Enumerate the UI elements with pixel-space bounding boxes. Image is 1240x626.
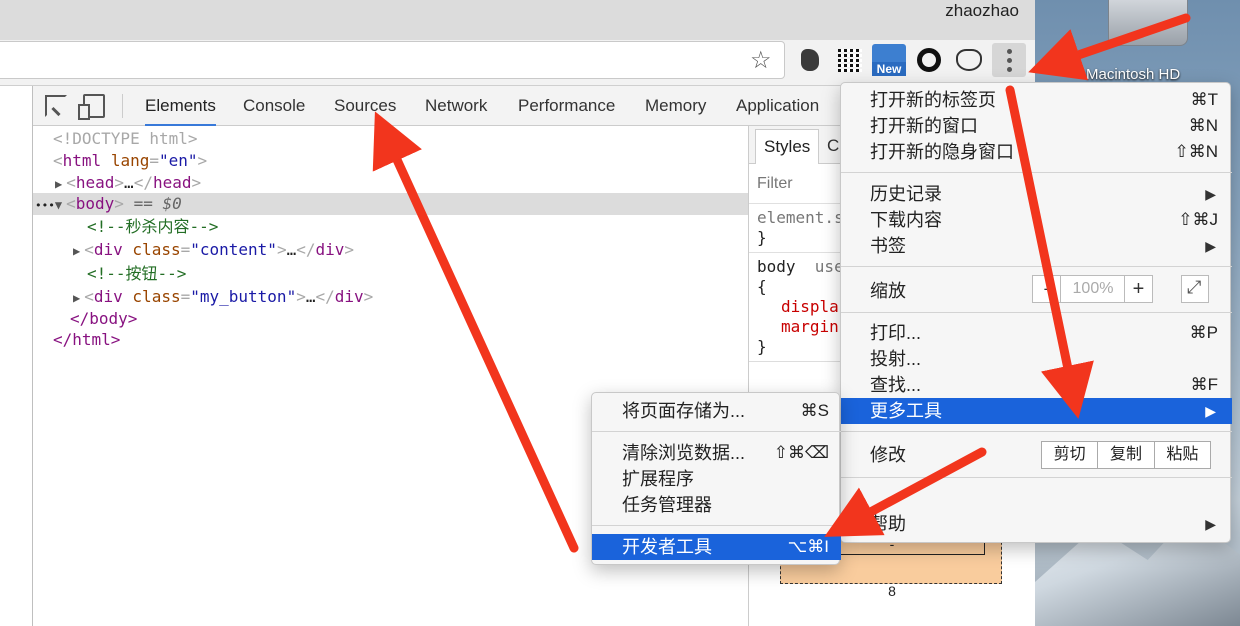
menu-item-help[interactable]: 帮助 ▶ <box>841 511 1232 537</box>
menu-separator <box>841 431 1232 432</box>
menu-separator <box>592 431 841 432</box>
html-close-line[interactable]: </html> <box>53 329 120 351</box>
tag-name: html <box>62 151 102 170</box>
menu-item-bookmarks[interactable]: 书签 ▶ <box>841 233 1232 259</box>
html-open-line[interactable]: <html lang="en"> <box>53 150 207 172</box>
circle-extension-icon[interactable] <box>915 46 943 74</box>
menu-item-new-window[interactable]: 打开新的窗口 ⌘N <box>841 113 1232 139</box>
window-titlebar: zhaozhao <box>0 0 1035 40</box>
zoom-level: 100% <box>1072 280 1114 297</box>
menu-item-cast[interactable]: 投射... <box>841 346 1232 372</box>
attr-value: "content" <box>190 240 277 259</box>
inspect-element-icon[interactable] <box>45 95 67 117</box>
menu-item-extensions[interactable]: 扩展程序 <box>592 466 841 492</box>
menu-separator <box>841 477 1232 478</box>
address-bar[interactable] <box>0 41 785 79</box>
paste-button[interactable]: 粘贴 <box>1155 442 1210 468</box>
copy-button[interactable]: 复制 <box>1098 442 1155 468</box>
tab-application[interactable]: Application <box>736 86 819 126</box>
zoom-in-button[interactable]: + <box>1124 276 1152 302</box>
doctype-line[interactable]: <!DOCTYPE html> <box>53 128 198 150</box>
div-content-line[interactable]: ▶ <div class="content">…</div> <box>73 239 354 261</box>
expand-triangle-icon[interactable]: ▶ <box>73 291 80 305</box>
new-extension-icon[interactable]: New <box>872 44 906 76</box>
menu-item-developer-tools[interactable]: 开发者工具 ⌥⌘I <box>592 534 841 560</box>
page-viewport[interactable] <box>0 86 33 626</box>
hard-drive-icon[interactable] <box>1108 0 1188 46</box>
menu-separator <box>841 312 1232 313</box>
body-line[interactable]: •••▼<headbody> == $0 <box>35 193 182 215</box>
div-button-line[interactable]: ▶ <div class="my_button">…</div> <box>73 286 373 308</box>
bookmark-star-icon[interactable]: ☆ <box>750 48 772 74</box>
comment-line[interactable]: <!--秒杀内容--> <box>87 216 218 238</box>
edit-button-group: 剪切 复制 粘贴 <box>1041 441 1211 469</box>
tab-elements[interactable]: Elements <box>145 86 216 126</box>
menu-item-history[interactable]: 历史记录 ▶ <box>841 181 1232 207</box>
evernote-extension-icon[interactable] <box>796 46 824 74</box>
more-tools-submenu: 将页面存储为... ⌘S 清除浏览数据... ⇧⌘⌫ 扩展程序 任务管理器 开发者工… <box>591 392 841 565</box>
node-actions-dots[interactable]: ••• <box>35 199 55 212</box>
menu-item-clear-data[interactable]: 清除浏览数据... ⇧⌘⌫ <box>592 440 841 466</box>
rule-selector: body <box>757 257 796 276</box>
fullscreen-icon[interactable] <box>1181 275 1209 303</box>
menu-separator <box>592 525 841 526</box>
menu-dot <box>1006 48 1012 54</box>
menu-item-downloads[interactable]: 下载内容 ⇧⌘J <box>841 207 1232 233</box>
attr-value: "en" <box>158 151 198 170</box>
profile-user-name[interactable]: zhaozhao <box>945 1 1019 21</box>
body-close-line[interactable]: </body> <box>70 308 137 330</box>
qr-code-extension-icon[interactable] <box>836 46 864 74</box>
zoom-out-button[interactable]: - <box>1033 276 1061 302</box>
expand-triangle-icon[interactable]: ▶ <box>55 177 62 191</box>
zoom-control: - 100% + <box>1032 275 1153 303</box>
menu-item-new-tab[interactable]: 打开新的标签页 ⌘T <box>841 87 1232 113</box>
submenu-arrow-icon: ▶ <box>1205 186 1216 202</box>
tab-network[interactable]: Network <box>425 86 487 126</box>
attr-value: "my_button" <box>190 287 297 306</box>
new-badge: New <box>872 62 906 76</box>
selected-marker: == $0 <box>133 194 182 213</box>
box-model-margin-value: 8 <box>888 583 896 599</box>
chrome-main-menu: 打开新的标签页 ⌘T 打开新的窗口 ⌘N 打开新的隐身窗口 ⇧⌘N 历史记录 ▶ 下载内… <box>840 82 1232 543</box>
tab-console[interactable]: Console <box>243 86 305 126</box>
attr-name: class <box>132 287 181 306</box>
collapsed-ellipsis: … <box>286 240 297 259</box>
menu-item-task-manager[interactable]: 任务管理器 <box>592 492 841 518</box>
menu-separator <box>841 172 1232 173</box>
menu-item-print[interactable]: 打印... ⌘P <box>841 320 1232 346</box>
cat-extension-icon[interactable] <box>955 46 983 74</box>
collapse-triangle-icon[interactable]: ▼ <box>55 198 62 212</box>
attr-name: lang <box>110 151 150 170</box>
collapsed-ellipsis: … <box>124 173 134 192</box>
submenu-arrow-icon: ▶ <box>1205 238 1216 254</box>
device-toolbar-icon[interactable] <box>78 94 105 120</box>
submenu-arrow-icon: ▶ <box>1205 516 1216 532</box>
tabbar-divider <box>122 94 123 118</box>
menu-item-more-tools[interactable]: 更多工具 ▶ <box>841 398 1232 424</box>
menu-dot <box>1006 66 1012 72</box>
tab-sources[interactable]: Sources <box>334 86 396 126</box>
expand-triangle-icon[interactable]: ▶ <box>73 244 80 258</box>
menu-item-find[interactable]: 查找... ⌘F <box>841 372 1232 398</box>
menu-separator <box>841 266 1232 267</box>
menu-item-new-incognito[interactable]: 打开新的隐身窗口 ⇧⌘N <box>841 139 1232 165</box>
comment-line[interactable]: <!--按钮--> <box>87 263 186 285</box>
attr-name: class <box>132 240 181 259</box>
hard-drive-label: Macintosh HD <box>1086 66 1181 83</box>
tab-performance[interactable]: Performance <box>518 86 615 126</box>
head-line[interactable]: ▶ <head>…</head> <box>55 172 201 194</box>
tag-name: head <box>75 173 115 192</box>
menu-item-save-page[interactable]: 将页面存储为... ⌘S <box>592 398 841 424</box>
cut-button[interactable]: 剪切 <box>1042 442 1099 468</box>
tag-name: head <box>152 173 192 192</box>
chrome-menu-button[interactable] <box>992 43 1026 77</box>
submenu-arrow-icon: ▶ <box>1205 403 1216 419</box>
tab-styles[interactable]: Styles <box>755 129 820 164</box>
menu-dot <box>1006 57 1012 63</box>
tab-memory[interactable]: Memory <box>645 86 706 126</box>
